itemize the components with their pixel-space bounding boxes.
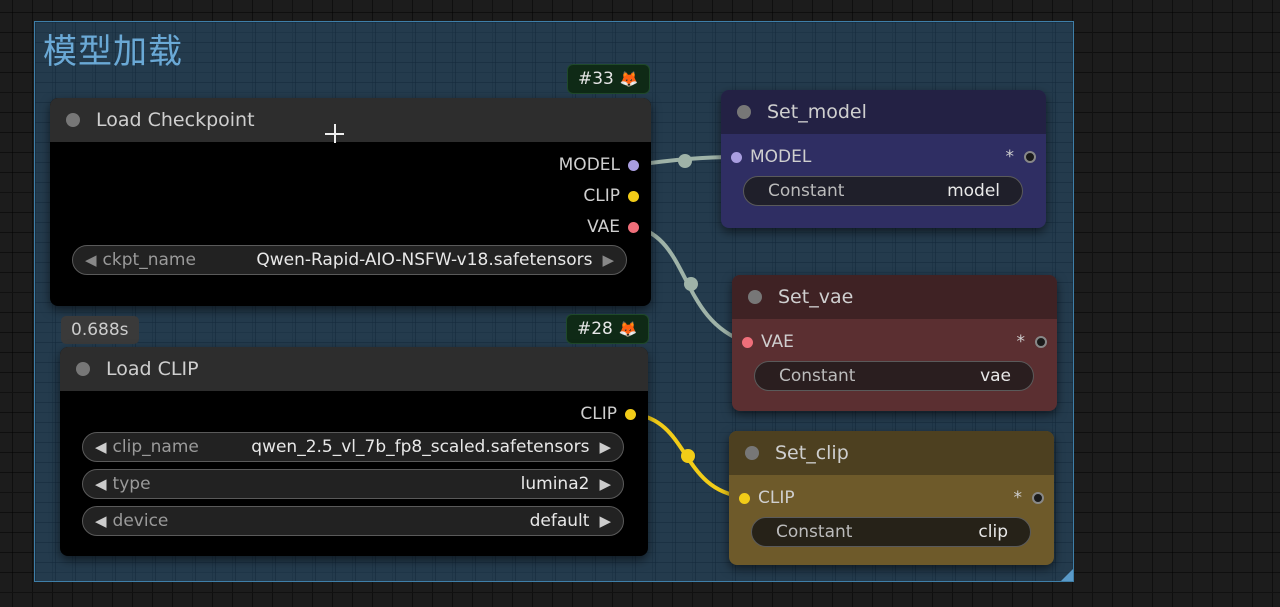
execution-time: 0.688s bbox=[61, 316, 139, 344]
output-any[interactable]: * bbox=[1013, 487, 1044, 509]
output-label: CLIP bbox=[583, 186, 620, 206]
node-body: MODEL CLIP VAE ◀ ckpt_name Qwen-Rapid-AI… bbox=[50, 142, 651, 306]
output-clip[interactable]: CLIP bbox=[583, 185, 639, 207]
node-body: MODEL * Constant model bbox=[721, 134, 1046, 228]
input-vae[interactable]: VAE bbox=[742, 331, 794, 353]
right-arrow-icon[interactable]: ▶ bbox=[599, 438, 611, 456]
output-ring-icon[interactable] bbox=[1035, 336, 1047, 348]
node-header[interactable]: Set_clip bbox=[729, 431, 1054, 475]
right-arrow-icon[interactable]: ▶ bbox=[599, 475, 611, 493]
group-resize-handle[interactable] bbox=[1061, 569, 1073, 581]
combo-clip-name[interactable]: ◀ clip_name qwen_2.5_vl_7b_fp8_scaled.sa… bbox=[82, 432, 624, 462]
input-slot-icon[interactable] bbox=[739, 492, 750, 504]
collapse-dot-icon[interactable] bbox=[748, 290, 762, 304]
output-slot-icon[interactable] bbox=[628, 221, 639, 233]
node-title: Load Checkpoint bbox=[96, 109, 255, 131]
combo-type[interactable]: ◀ type lumina2 ▶ bbox=[82, 469, 624, 499]
right-arrow-icon[interactable]: ▶ bbox=[599, 512, 611, 530]
node-header[interactable]: Set_model bbox=[721, 90, 1046, 134]
node-set-model[interactable]: Set_model MODEL * Constant model bbox=[721, 90, 1046, 228]
widget-label: Constant bbox=[776, 522, 853, 542]
widget-label: Constant bbox=[768, 181, 845, 201]
output-star: * bbox=[1005, 147, 1015, 167]
fox-icon: 🦊 bbox=[619, 70, 639, 88]
output-star: * bbox=[1016, 332, 1026, 352]
output-clip[interactable]: CLIP bbox=[580, 403, 636, 425]
input-label: CLIP bbox=[758, 488, 795, 508]
input-slot-icon[interactable] bbox=[731, 151, 742, 163]
output-ring-icon[interactable] bbox=[1032, 492, 1044, 504]
widget-label: clip_name bbox=[112, 437, 199, 457]
collapse-dot-icon[interactable] bbox=[737, 105, 751, 119]
left-arrow-icon[interactable]: ◀ bbox=[85, 251, 97, 269]
input-label: VAE bbox=[761, 332, 794, 352]
left-arrow-icon[interactable]: ◀ bbox=[95, 438, 107, 456]
node-load-clip[interactable]: Load CLIP CLIP ◀ clip_name qwen_2.5_vl_7… bbox=[60, 347, 648, 556]
widget-value: model bbox=[947, 181, 1000, 201]
node-header[interactable]: Set_vae bbox=[732, 275, 1057, 319]
widget-value: qwen_2.5_vl_7b_fp8_scaled.safetensors bbox=[251, 437, 590, 457]
badge-id-text: #28 bbox=[577, 319, 613, 339]
group-title[interactable]: 模型加载 bbox=[43, 24, 183, 73]
node-header[interactable]: Load CLIP bbox=[60, 347, 648, 391]
output-star: * bbox=[1013, 488, 1023, 508]
collapse-dot-icon[interactable] bbox=[76, 362, 90, 376]
right-arrow-icon[interactable]: ▶ bbox=[602, 251, 614, 269]
output-label: VAE bbox=[587, 217, 620, 237]
node-title: Set_clip bbox=[775, 442, 849, 464]
input-clip[interactable]: CLIP bbox=[739, 487, 795, 509]
node-body: CLIP ◀ clip_name qwen_2.5_vl_7b_fp8_scal… bbox=[60, 391, 648, 556]
output-label: MODEL bbox=[558, 155, 620, 175]
node-body: VAE * Constant vae bbox=[732, 319, 1057, 411]
node-set-vae[interactable]: Set_vae VAE * Constant vae bbox=[732, 275, 1057, 411]
widget-value: clip bbox=[978, 522, 1008, 542]
collapse-dot-icon[interactable] bbox=[66, 113, 80, 127]
combo-device[interactable]: ◀ device default ▶ bbox=[82, 506, 624, 536]
left-arrow-icon[interactable]: ◀ bbox=[95, 475, 107, 493]
node-title: Set_model bbox=[767, 101, 867, 123]
widget-value: Qwen-Rapid-AIO-NSFW-v18.safetensors bbox=[256, 250, 593, 270]
output-slot-icon[interactable] bbox=[625, 408, 636, 420]
text-constant[interactable]: Constant model bbox=[743, 176, 1023, 206]
output-model[interactable]: MODEL bbox=[559, 154, 639, 176]
output-slot-icon[interactable] bbox=[628, 190, 639, 202]
node-set-clip[interactable]: Set_clip CLIP * Constant clip bbox=[729, 431, 1054, 565]
combo-ckpt-name[interactable]: ◀ ckpt_name Qwen-Rapid-AIO-NSFW-v18.safe… bbox=[72, 245, 627, 275]
output-any[interactable]: * bbox=[1005, 146, 1036, 168]
node-id-badge-33: #33 🦊 bbox=[567, 64, 650, 94]
widget-label: type bbox=[112, 474, 151, 494]
node-title: Set_vae bbox=[778, 286, 854, 308]
widget-label: ckpt_name bbox=[102, 250, 196, 270]
output-vae[interactable]: VAE bbox=[587, 216, 639, 238]
badge-id-text: #33 bbox=[578, 69, 614, 89]
input-model[interactable]: MODEL bbox=[731, 146, 811, 168]
widget-label: device bbox=[112, 511, 169, 531]
node-header[interactable]: Load Checkpoint bbox=[50, 98, 651, 142]
node-id-badge-28: #28 🦊 bbox=[566, 314, 649, 344]
output-ring-icon[interactable] bbox=[1024, 151, 1036, 163]
widget-label: Constant bbox=[779, 366, 856, 386]
widget-value: lumina2 bbox=[520, 474, 590, 494]
crosshair-cursor-icon bbox=[325, 124, 344, 143]
fox-icon: 🦊 bbox=[618, 320, 638, 338]
text-constant[interactable]: Constant clip bbox=[751, 517, 1031, 547]
left-arrow-icon[interactable]: ◀ bbox=[95, 512, 107, 530]
node-load-checkpoint[interactable]: Load Checkpoint MODEL CLIP VAE ◀ ckpt_na… bbox=[50, 98, 651, 306]
input-label: MODEL bbox=[750, 147, 812, 167]
output-slot-icon[interactable] bbox=[628, 159, 639, 171]
text-constant[interactable]: Constant vae bbox=[754, 361, 1034, 391]
collapse-dot-icon[interactable] bbox=[745, 446, 759, 460]
input-slot-icon[interactable] bbox=[742, 336, 753, 348]
output-any[interactable]: * bbox=[1016, 331, 1047, 353]
output-label: CLIP bbox=[580, 404, 617, 424]
node-body: CLIP * Constant clip bbox=[729, 475, 1054, 565]
widget-value: default bbox=[529, 511, 590, 531]
node-title: Load CLIP bbox=[106, 358, 199, 380]
widget-value: vae bbox=[980, 366, 1011, 386]
